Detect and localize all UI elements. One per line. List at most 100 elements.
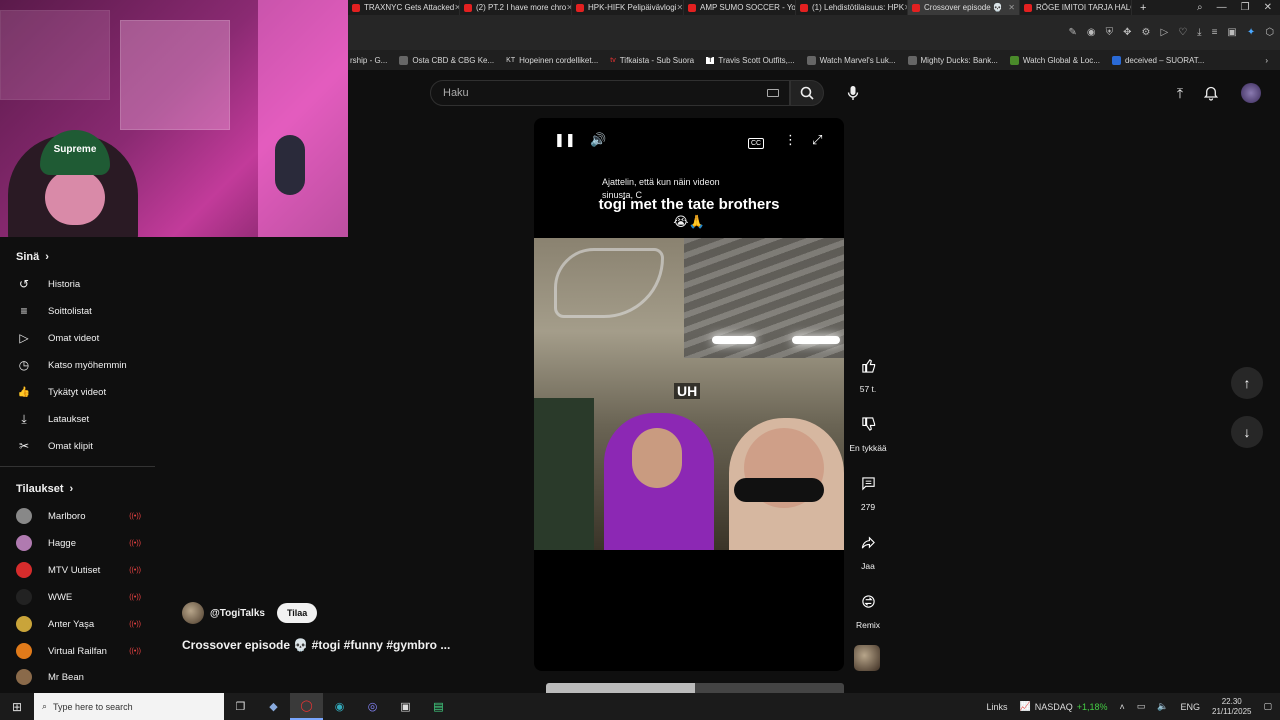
- shield-icon[interactable]: ⛨: [1106, 27, 1114, 38]
- close-tab-icon[interactable]: ✕: [676, 3, 683, 12]
- notifications-icon[interactable]: ▢: [1263, 701, 1272, 712]
- fullscreen-icon[interactable]: ⤢: [812, 132, 822, 148]
- browser-tab[interactable]: (1) Lehdistötilaisuus: HPK✕: [796, 0, 908, 15]
- discord-icon[interactable]: ◎: [356, 693, 389, 720]
- sidebar-item-downloads[interactable]: ⤓ Lataukset: [16, 410, 156, 428]
- network-icon[interactable]: ▭: [1137, 701, 1146, 712]
- browser-tab-active[interactable]: Crossover episode 💀 ✕: [908, 0, 1020, 15]
- sidebar-subscription[interactable]: WWE ((•)): [16, 588, 141, 606]
- chevron-up-icon[interactable]: ˄: [1120, 702, 1125, 712]
- sidebar-item-playlists[interactable]: ≡ Soittolistat: [16, 302, 156, 320]
- bookmarks-overflow-icon[interactable]: ›: [1265, 56, 1280, 65]
- search-button[interactable]: [790, 80, 824, 106]
- bookmark-item[interactable]: rship - G...: [350, 56, 387, 65]
- app-icon[interactable]: ◆: [257, 693, 290, 720]
- bookmark-item[interactable]: Mighty Ducks: Bank...: [907, 55, 998, 65]
- upload-icon[interactable]: ⤒: [1168, 81, 1192, 105]
- taskbar-search-input[interactable]: ⌕ Type here to search: [34, 693, 224, 720]
- links-toolbar[interactable]: Links: [986, 702, 1007, 712]
- heart-icon[interactable]: ♡: [1178, 27, 1187, 38]
- dislike-button[interactable]: En tykkää: [846, 409, 890, 453]
- puzzle-icon[interactable]: ✥: [1123, 27, 1131, 38]
- bookmark-item[interactable]: T Travis Scott Outfits,...: [706, 56, 795, 65]
- youtube-favicon-icon: [1024, 3, 1032, 12]
- channel-avatar[interactable]: [182, 602, 204, 624]
- camera-icon[interactable]: ◉: [1087, 27, 1096, 38]
- next-video-button[interactable]: ↓: [1231, 416, 1263, 448]
- channel-handle[interactable]: @TogiTalks: [210, 608, 265, 619]
- search-tabs-icon[interactable]: ⌕: [1197, 2, 1203, 13]
- clock[interactable]: 22.30 21/11/2025: [1212, 697, 1251, 717]
- new-tab-icon[interactable]: +: [1132, 2, 1154, 14]
- play-icon[interactable]: ▷: [1160, 27, 1168, 38]
- share-button[interactable]: Jaa: [846, 527, 890, 571]
- language-indicator[interactable]: ENG: [1181, 702, 1201, 712]
- subscribe-button[interactable]: Tilaa: [276, 603, 318, 623]
- next-video-preview[interactable]: [546, 683, 844, 693]
- stock-ticker[interactable]: 📈 NASDAQ +1,18%: [1020, 701, 1108, 712]
- app-icon[interactable]: ▣: [389, 693, 422, 720]
- microphone-icon[interactable]: [841, 81, 865, 105]
- captions-button[interactable]: CC: [748, 138, 765, 149]
- shorts-video-player[interactable]: ❚❚ 🔊 CC ⋮ ⤢ Ajattelin, että kun näin vid…: [534, 118, 844, 671]
- settings-icon[interactable]: ⚙: [1142, 27, 1151, 38]
- user-avatar[interactable]: [1241, 83, 1261, 103]
- windows-start-icon[interactable]: ⊞: [0, 700, 34, 714]
- bookmark-item[interactable]: Watch Marvel's Luk...: [806, 55, 896, 65]
- task-view-icon[interactable]: ❐: [224, 693, 257, 720]
- sidebar-subscription[interactable]: Mr Bean: [16, 668, 141, 686]
- app-icon[interactable]: ▤: [422, 693, 455, 720]
- browser-tab[interactable]: AMP SUMO SOCCER - Yo✕: [684, 0, 796, 15]
- sidebar-item-watch-later[interactable]: ◷ Katso myöhemmin: [16, 356, 156, 374]
- previous-video-button[interactable]: ↑: [1231, 367, 1263, 399]
- bookmark-item[interactable]: deceived – SUORAT...: [1111, 55, 1204, 65]
- aria-icon[interactable]: ✦: [1247, 27, 1255, 38]
- sidebar-subscription[interactable]: Virtual Railfan ((•)): [16, 642, 141, 660]
- bookmark-item[interactable]: Watch Global & Loc...: [1009, 55, 1100, 65]
- sidebar-item-history[interactable]: ↺ Historia: [16, 275, 156, 293]
- sidebar-item-my-videos[interactable]: ▷ Omat videot: [16, 329, 156, 347]
- sidebar-subscription[interactable]: Anter Yaşa ((•)): [16, 615, 141, 633]
- download-icon[interactable]: ⤓: [1197, 27, 1201, 38]
- cube-icon[interactable]: ⬡: [1265, 27, 1274, 38]
- volume-icon[interactable]: 🔈: [1157, 701, 1168, 712]
- volume-icon[interactable]: 🔊: [590, 132, 606, 148]
- keyboard-icon[interactable]: [767, 89, 779, 97]
- edit-icon[interactable]: ✎: [1069, 27, 1077, 38]
- browser-toolbar: ✎ ◉ ⛨ ✥ ⚙ ▷ ♡ ⤓ ≡ ▣ ✦ ⬡: [348, 15, 1280, 50]
- remix-button[interactable]: Remix: [846, 586, 890, 630]
- edge-browser-icon[interactable]: ◉: [323, 693, 356, 720]
- close-tab-icon[interactable]: ✕: [1008, 3, 1015, 12]
- bookmark-item[interactable]: Osta CBD & CBG Ke...: [399, 55, 494, 65]
- bookmark-item[interactable]: tv Tifkaista - Sub Suora: [610, 56, 694, 65]
- sidebar-section-you[interactable]: Sinä ›: [16, 251, 49, 263]
- youtube-favicon-icon: [464, 3, 472, 12]
- menu-icon[interactable]: ≡: [1212, 27, 1218, 38]
- comments-button[interactable]: 279: [846, 468, 890, 512]
- bookmark-item[interactable]: KT Hopeinen cordelliket...: [506, 56, 598, 65]
- sidebar-subscription[interactable]: Marlboro ((•)): [16, 507, 141, 525]
- share-icon: [853, 527, 883, 557]
- browser-tab[interactable]: RÖGE IMITOI TARJA HALO✕: [1020, 0, 1132, 15]
- more-options-icon[interactable]: ⋮: [784, 132, 797, 148]
- opera-browser-icon[interactable]: ◯: [290, 693, 323, 720]
- sidebar-item-clips[interactable]: ✂ Omat klipit: [16, 437, 156, 455]
- pause-icon[interactable]: ❚❚: [554, 132, 576, 148]
- sidebar-section-subscriptions[interactable]: Tilaukset ›: [16, 483, 73, 495]
- close-window-icon[interactable]: ✕: [1264, 2, 1272, 13]
- sidebar-item-liked-videos[interactable]: 👍 Tykätyt videot: [16, 383, 156, 401]
- restore-icon[interactable]: ❐: [1241, 2, 1250, 13]
- browser-tab[interactable]: HPK-HIFK Pelipäivävlogi ✕: [572, 0, 684, 15]
- audio-source-avatar[interactable]: [854, 645, 880, 671]
- browser-tab[interactable]: TRAXNYC Gets Attacked✕: [348, 0, 460, 15]
- video-title[interactable]: Crossover episode 💀 #togi #funny #gymbro…: [182, 638, 450, 652]
- sidebar-subscription[interactable]: MTV Uutiset ((•)): [16, 561, 141, 579]
- bell-icon[interactable]: [1199, 81, 1223, 105]
- sidebar-subscription[interactable]: Hagge ((•)): [16, 534, 141, 552]
- channel-avatar: [16, 669, 32, 685]
- search-input[interactable]: Haku: [430, 80, 790, 106]
- wallet-icon[interactable]: ▣: [1227, 27, 1236, 38]
- browser-tab[interactable]: (2) PT.2 I have more chro✕: [460, 0, 572, 15]
- minimize-icon[interactable]: —: [1217, 2, 1227, 13]
- like-button[interactable]: 57 t.: [846, 350, 890, 394]
